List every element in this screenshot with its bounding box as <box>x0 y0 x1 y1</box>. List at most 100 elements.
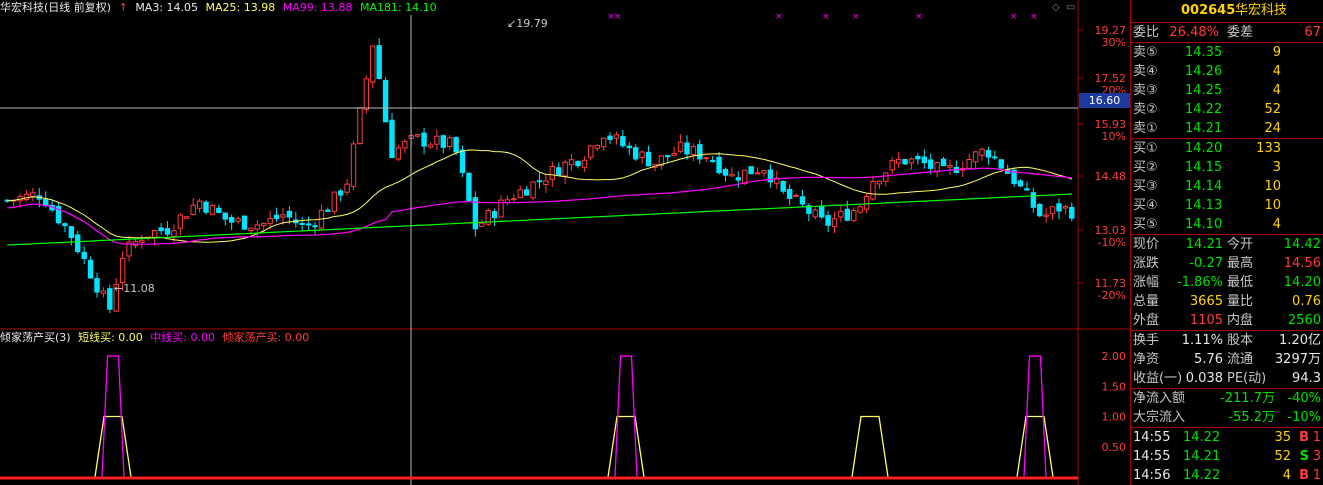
candle-body <box>30 192 36 198</box>
candle-body <box>325 209 331 212</box>
candle-body <box>883 172 889 182</box>
candle-body <box>164 228 171 235</box>
stat-value: 14.21 <box>1185 237 1223 252</box>
candle-body <box>902 159 908 165</box>
stat-value: -1.86% <box>1177 275 1223 290</box>
stat-value-2: 14.42 <box>1283 237 1321 252</box>
kline-chart[interactable]: ↙19.79←11.08× × × × × × × ×19.2730%17.5220%15.9… <box>0 0 1130 485</box>
candle-body <box>626 145 632 149</box>
buy-row[interactable]: 买④ 14.13 10 <box>1131 196 1323 215</box>
sell-row[interactable]: 卖③ 14.25 4 <box>1131 81 1323 100</box>
trade-row: 14:55 14.22 35 B 1 <box>1131 428 1323 447</box>
candle-body <box>100 290 107 294</box>
stat-label: 收益(一) <box>1133 371 1183 386</box>
candle-body <box>376 45 382 80</box>
stat-row: 总量 3665 量比 0.76 <box>1131 292 1323 311</box>
buy-volume: 3 <box>1272 160 1281 175</box>
stat-value-2: 2560 <box>1287 313 1321 328</box>
sell-price: 14.26 <box>1185 64 1223 79</box>
short-buy-value: 短线买: 0.00 <box>78 331 143 344</box>
stat-value: 0.038 <box>1185 371 1223 386</box>
candle-body <box>363 78 370 110</box>
sell-row[interactable]: 卖⑤ 14.35 9 <box>1131 43 1323 62</box>
sell-book: 卖⑤ 14.35 9 卖④ 14.26 4 卖③ 14.25 4 卖② 14.22 52 卖① 14.21… <box>1131 42 1323 138</box>
stat-value-2: 3297万 <box>1274 352 1321 367</box>
indicator-name[interactable]: 倾家荡产买(3) <box>0 331 71 344</box>
stat-label: 净资 <box>1133 352 1160 367</box>
buy-price: 14.13 <box>1185 198 1223 213</box>
candle-body <box>690 146 697 155</box>
short-buy-spike <box>94 415 132 478</box>
event-marker: × <box>1010 12 1018 22</box>
short-buy-spike <box>607 415 645 478</box>
candle-body <box>267 217 273 225</box>
stock-code: 002645 <box>1181 3 1236 18</box>
candle-body <box>337 190 344 196</box>
buy-label: 买① <box>1133 141 1158 156</box>
candle-body <box>588 145 594 158</box>
buy-row[interactable]: 买① 14.20 133 <box>1131 139 1323 158</box>
candle-body <box>934 161 940 173</box>
buy-row[interactable]: 买⑤ 14.10 4 <box>1131 215 1323 234</box>
indicator-axis-label: 0.50 <box>1102 441 1127 454</box>
candle-body <box>209 204 216 216</box>
sell-row[interactable]: 卖① 14.21 24 <box>1131 119 1323 138</box>
candle-body <box>62 223 68 227</box>
candle-body <box>703 157 709 160</box>
price-axis-label: 14.48 <box>1095 170 1127 183</box>
buy-label: 买⑤ <box>1133 217 1158 232</box>
stat-value: 3665 <box>1189 294 1223 309</box>
buy-row[interactable]: 买③ 14.14 10 <box>1131 177 1323 196</box>
candle-body <box>895 158 902 164</box>
kline-chart-area[interactable]: ↙19.79 ←11.08 × × × × × × × × 19.27 30% 17.52 20% 15.9… <box>0 0 1130 485</box>
trade-time: 14:55 <box>1133 449 1171 464</box>
candle-body <box>1030 192 1037 208</box>
candle-body <box>190 204 196 215</box>
candle-body <box>992 156 998 159</box>
ma3-value: MA3: 14.05 <box>135 1 199 14</box>
event-marker: × <box>775 12 783 22</box>
sell-label: 卖② <box>1133 102 1158 117</box>
stat-value-2: 14.20 <box>1283 275 1321 290</box>
stat-row: 涨幅 -1.86% 最低 14.20 <box>1131 273 1323 292</box>
sell-row[interactable]: 卖④ 14.26 4 <box>1131 62 1323 81</box>
buy-row[interactable]: 买② 14.15 3 <box>1131 158 1323 177</box>
buy-price: 14.15 <box>1185 160 1223 175</box>
sell-row[interactable]: 卖② 14.22 52 <box>1131 100 1323 119</box>
buy-price: 14.20 <box>1185 141 1223 156</box>
candle-body <box>549 165 556 180</box>
candle-body <box>825 215 831 226</box>
candle-body <box>697 144 703 160</box>
event-marker: × <box>1030 12 1038 22</box>
candle-body <box>261 223 267 226</box>
candle-body <box>607 135 613 140</box>
candle-body <box>581 159 588 168</box>
candle-body <box>87 259 94 279</box>
buy-price: 14.14 <box>1185 179 1223 194</box>
candle-body <box>876 180 883 185</box>
candle-body <box>562 161 568 177</box>
candle-body <box>1069 206 1075 219</box>
candle-body <box>453 136 459 153</box>
candle-body <box>511 198 517 201</box>
candle-body <box>716 156 722 174</box>
flow-label: 净流入额 <box>1133 391 1186 406</box>
buy-volume: 4 <box>1272 217 1281 232</box>
event-marker: × <box>915 12 923 22</box>
candle-body <box>915 155 921 160</box>
sell-label: 卖④ <box>1133 64 1158 79</box>
sell-label: 卖① <box>1133 121 1158 136</box>
candle-body <box>280 214 286 218</box>
ma99-value: MA99: 13.88 <box>282 1 353 14</box>
sell-price: 14.35 <box>1185 45 1223 60</box>
high-price-label: ↙19.79 <box>507 17 548 30</box>
stat-label: 涨跌 <box>1133 256 1160 271</box>
candle-body <box>844 208 851 221</box>
sell-volume: 24 <box>1264 121 1281 136</box>
trade-row: 14:55 14.21 52 S 3 <box>1131 447 1323 466</box>
menu-icon[interactable]: ▭ <box>1066 2 1075 13</box>
flow-percent: -40% <box>1287 391 1321 406</box>
trade-count: 1 <box>1312 468 1321 483</box>
diamond-icon[interactable]: ◇ <box>1052 2 1060 13</box>
stat-value-2: 14.56 <box>1283 256 1321 271</box>
